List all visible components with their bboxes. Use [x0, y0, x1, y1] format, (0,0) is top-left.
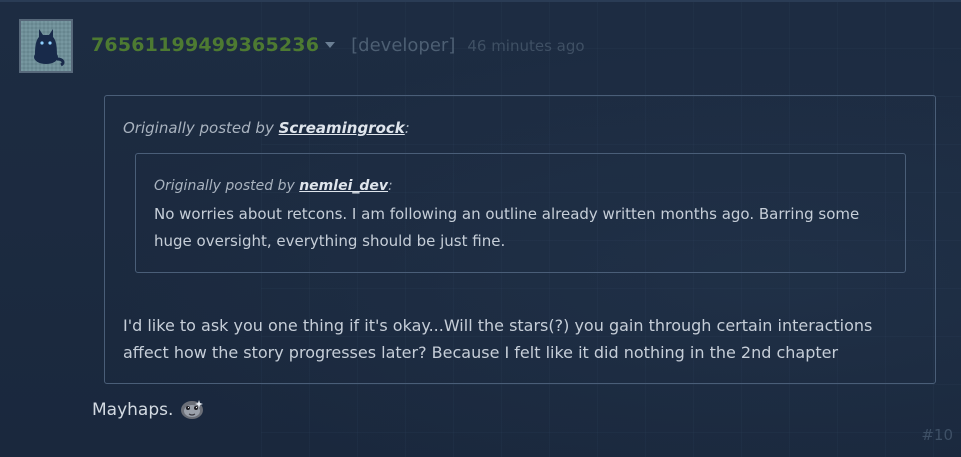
quote-prefix: Originally posted by	[154, 178, 295, 194]
quote-prefix: Originally posted by	[123, 119, 274, 137]
reply-text: Mayhaps.	[92, 400, 174, 420]
quote-block-outer: Originally posted by Screamingrock: Orig…	[104, 95, 936, 384]
quote-suffix: :	[388, 178, 393, 194]
avatar[interactable]	[19, 19, 73, 73]
author-role: [developer]	[351, 35, 456, 56]
quote-block-inner: Originally posted by nemlei_dev: No worr…	[135, 153, 906, 273]
quote-suffix: :	[404, 119, 410, 137]
quote-text-inner: No worries about retcons. I am following…	[154, 205, 860, 250]
quote-author-link[interactable]: nemlei_dev	[299, 178, 388, 194]
forum-post: 76561199499365236 [developer] 46 minutes…	[0, 0, 961, 457]
dropdown-caret-icon[interactable]	[325, 42, 336, 48]
quote-header-outer: Originally posted by Screamingrock:	[123, 119, 410, 137]
post-timestamp: 46 minutes ago	[467, 37, 585, 55]
post-header: 76561199499365236 [developer] 46 minutes…	[91, 34, 585, 60]
post-number[interactable]: #10	[921, 426, 953, 444]
quote-author-link[interactable]: Screamingrock	[279, 119, 405, 137]
quote-text-outer: I'd like to ask you one thing if it's ok…	[123, 316, 873, 362]
post-body: Mayhaps.	[92, 398, 205, 422]
emoticon-creature-icon	[179, 396, 205, 420]
quote-header-inner: Originally posted by nemlei_dev:	[154, 178, 393, 194]
avatar-cat-icon	[21, 21, 71, 71]
author-name[interactable]: 76561199499365236	[91, 34, 319, 56]
